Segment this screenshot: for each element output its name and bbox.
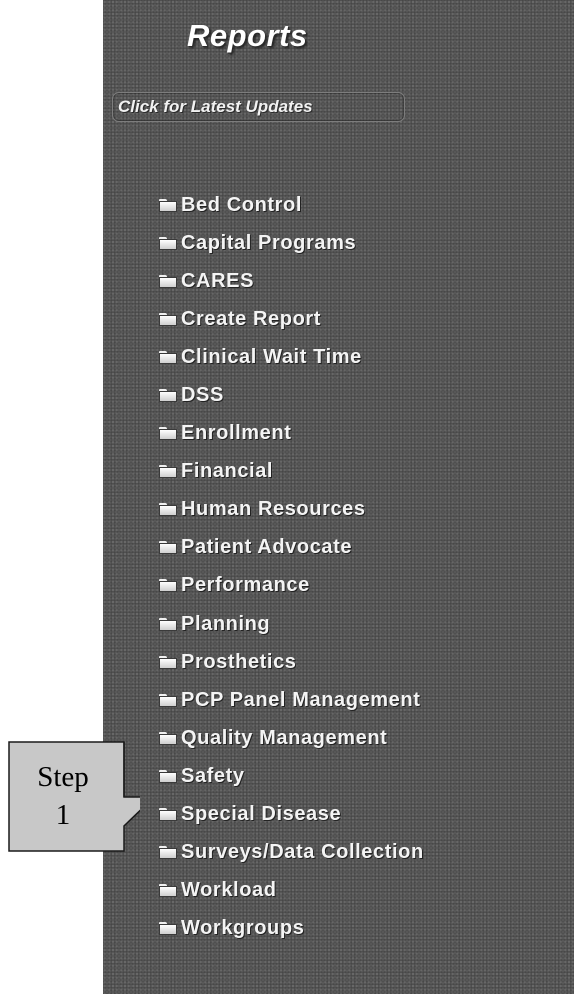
menu-item-label: Workgroups (181, 917, 305, 940)
menu-item-label: PCP Panel Management (181, 688, 421, 711)
menu-item-label: Clinical Wait Time (181, 345, 362, 368)
menu-item-workload[interactable]: Workload (159, 872, 424, 910)
menu-item-label: Bed Control (181, 193, 303, 216)
menu-item-label: Patient Advocate (181, 536, 353, 559)
menu-item-capital-programs[interactable]: Capital Programs (159, 224, 424, 262)
menu-item-human-resources[interactable]: Human Resources (159, 491, 424, 529)
menu-item-label: CARES (181, 269, 255, 292)
menu-item-prosthetics[interactable]: Prosthetics (159, 643, 424, 681)
menu-item-label: Performance (181, 574, 310, 597)
folder-icon (159, 541, 177, 555)
folder-icon (159, 693, 177, 707)
menu-item-label: Human Resources (181, 498, 366, 521)
reports-menu: Bed Control Capital Programs CARES Creat… (159, 186, 424, 948)
folder-icon (159, 808, 177, 822)
folder-icon (159, 884, 177, 898)
folder-icon (159, 389, 177, 403)
menu-item-label: Special Disease (181, 803, 342, 826)
menu-item-label: Quality Management (181, 726, 388, 749)
menu-item-label: Capital Programs (181, 231, 357, 254)
folder-icon (159, 846, 177, 860)
menu-item-label: Surveys/Data Collection (181, 841, 424, 864)
folder-icon (159, 236, 177, 250)
callout-line-2: 1 (55, 799, 71, 831)
menu-item-planning[interactable]: Planning (159, 605, 424, 643)
folder-icon (159, 350, 177, 364)
menu-item-label: Prosthetics (181, 650, 297, 673)
folder-icon (159, 922, 177, 936)
folder-icon (159, 427, 177, 441)
menu-item-financial[interactable]: Financial (159, 453, 424, 491)
latest-updates-button[interactable]: Click for Latest Updates (112, 92, 405, 122)
folder-icon (159, 312, 177, 326)
menu-item-pcp-panel-management[interactable]: PCP Panel Management (159, 681, 424, 719)
folder-icon (159, 655, 177, 669)
menu-item-performance[interactable]: Performance (159, 567, 424, 605)
menu-item-workgroups[interactable]: Workgroups (159, 910, 424, 948)
step-callout-text: Step 1 (0, 741, 126, 851)
menu-item-patient-advocate[interactable]: Patient Advocate (159, 529, 424, 567)
menu-item-label: Financial (181, 460, 274, 483)
menu-item-enrollment[interactable]: Enrollment (159, 415, 424, 453)
folder-icon (159, 503, 177, 517)
folder-icon (159, 731, 177, 745)
menu-item-label: DSS (181, 384, 224, 407)
menu-item-label: Safety (181, 764, 245, 787)
menu-item-bed-control[interactable]: Bed Control (159, 186, 424, 224)
callout-line-1: Step (37, 761, 89, 793)
menu-item-special-disease[interactable]: Special Disease (159, 796, 424, 834)
menu-item-label: Enrollment (181, 422, 292, 445)
menu-item-dss[interactable]: DSS (159, 376, 424, 414)
menu-item-cares[interactable]: CARES (159, 262, 424, 300)
folder-icon (159, 579, 177, 593)
menu-item-clinical-wait-time[interactable]: Clinical Wait Time (159, 338, 424, 376)
reports-title: Reports (187, 18, 308, 53)
reports-panel: Reports Click for Latest Updates Bed Con… (103, 0, 574, 994)
folder-icon (159, 769, 177, 783)
folder-icon (159, 617, 177, 631)
menu-item-label: Create Report (181, 307, 322, 330)
menu-item-quality-management[interactable]: Quality Management (159, 719, 424, 757)
menu-item-label: Workload (181, 879, 277, 902)
folder-icon (159, 198, 177, 212)
menu-item-surveys-data-collection[interactable]: Surveys/Data Collection (159, 834, 424, 872)
folder-icon (159, 465, 177, 479)
folder-icon (159, 274, 177, 288)
menu-item-create-report[interactable]: Create Report (159, 300, 424, 338)
menu-item-label: Planning (181, 612, 271, 635)
menu-item-safety[interactable]: Safety (159, 757, 424, 795)
